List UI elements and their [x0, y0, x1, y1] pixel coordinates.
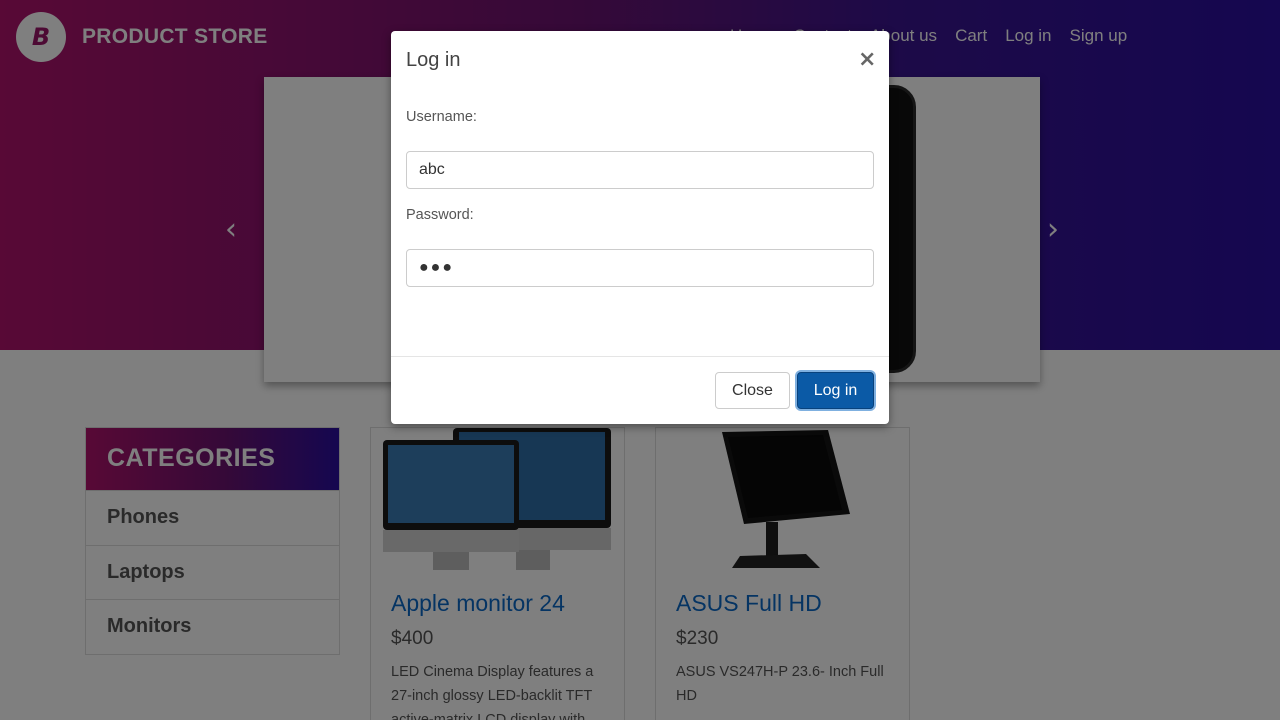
close-button[interactable]: Close	[715, 372, 790, 409]
password-input[interactable]	[406, 249, 874, 287]
close-icon[interactable]: ×	[858, 47, 876, 72]
password-label: Password:	[406, 207, 474, 223]
login-modal: Log in × Username: Password: Close Log i…	[391, 31, 889, 424]
log-in-button[interactable]: Log in	[797, 372, 874, 409]
modal-footer-divider	[391, 356, 889, 357]
username-input[interactable]	[406, 151, 874, 189]
username-label: Username:	[406, 109, 477, 125]
modal-title: Log in	[406, 49, 461, 71]
